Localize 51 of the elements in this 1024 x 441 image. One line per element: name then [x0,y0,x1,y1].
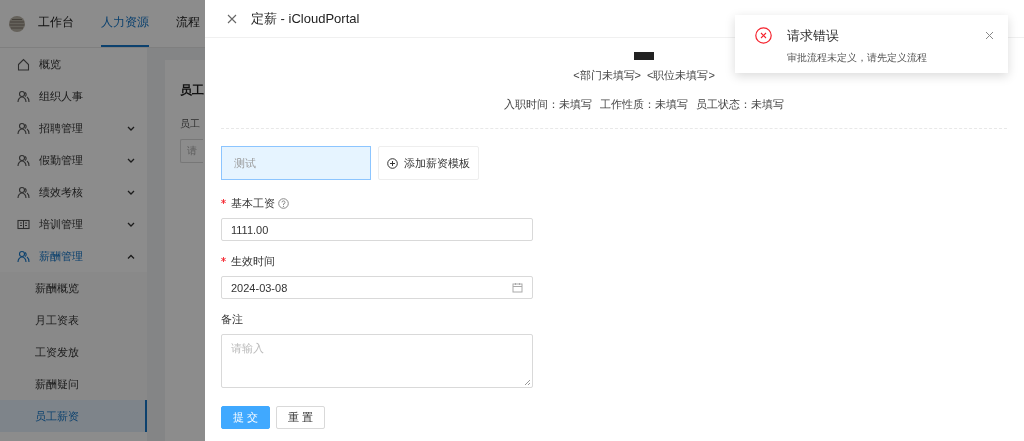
date-input[interactable]: 2024-03-08 [221,276,533,299]
profile-tag: <职位未填写> [647,68,715,83]
sidebar-item[interactable]: 假勤管理 [0,144,147,176]
people-icon [17,121,30,135]
chevron-icon [127,253,135,259]
drawer-title: 定薪 - iCloudPortal [251,9,360,28]
people-icon [17,249,30,263]
sidebar-item[interactable]: 绩效考核 [0,176,147,208]
required-asterisk-icon [221,257,226,262]
close-icon[interactable] [985,31,994,40]
chevron-icon [127,125,135,131]
people-icon [17,89,30,103]
redacted-name [634,52,654,60]
calendar-icon [512,282,523,293]
book-icon [17,217,30,231]
people-icon [17,153,30,167]
salary-input[interactable]: 1111.00 [221,218,533,241]
profile-fact: 员工状态：未填写 [696,97,784,112]
toast-title: 请求错误 [787,27,840,45]
template-card[interactable]: 测试 [221,146,371,180]
help-icon [278,197,289,209]
chevron-icon [127,157,135,163]
nav-tab[interactable]: 工作台 [38,0,74,47]
logo-icon [8,15,26,33]
sidebar-item[interactable]: 培训管理 [0,208,147,240]
field-label: 备注 [221,311,243,327]
field-label: 生效时间 [231,253,275,269]
sidebar-item[interactable]: 概览 [0,48,147,80]
sidebar-item[interactable]: 薪酬管理 [0,240,147,272]
profile-tag: <部门未填写> [573,68,641,83]
add-template-button[interactable]: 添加薪资模板 [378,146,479,180]
reset-button[interactable]: 重置 [276,406,325,429]
profile-fact: 工作性质：未填写 [600,97,688,112]
field-label: 基本工资 [231,195,275,211]
chevron-icon [127,221,135,227]
plus-circle-icon [387,157,398,169]
sidebar-item[interactable]: 组织人事 [0,80,147,112]
home-icon [17,57,30,71]
required-asterisk-icon [221,199,226,204]
nav-tab[interactable]: 流程 [176,0,200,47]
profile-fact: 入职时间：未填写 [504,97,592,112]
resize-grip-icon[interactable] [524,379,530,385]
sidebar-subitem[interactable]: 员工薪资 [0,400,147,432]
error-icon [755,27,772,44]
sidebar-item[interactable]: 招聘管理 [0,112,147,144]
filter-label: 员工 [180,117,201,131]
close-icon[interactable] [227,13,237,24]
people-icon [17,185,30,199]
page-title: 员工 [180,82,205,99]
chevron-icon [127,189,135,195]
toast-message: 审批流程未定义，请先定义流程 [787,51,928,65]
